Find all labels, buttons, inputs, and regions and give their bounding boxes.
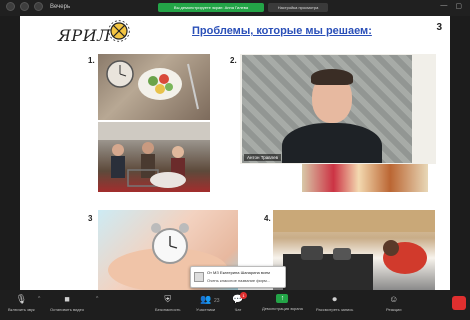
participant-name-label: Антон Травлев — [244, 154, 282, 161]
chat-notification-icon — [194, 272, 204, 282]
notification-sender: От МЗ Екатерина Шапарина всем — [207, 270, 270, 275]
item-number-3: 3 — [88, 214, 93, 223]
view-settings-button[interactable]: Настройка просмотра — [268, 3, 328, 12]
record-button[interactable]: ⏺ Рассмотреть запись — [316, 294, 353, 312]
shield-icon: ⛨ — [164, 294, 172, 304]
video-camera-icon: ■ — [64, 294, 70, 304]
participants-icon: 👥 — [199, 294, 212, 304]
security-button[interactable]: ⛨ Безопасность — [155, 294, 181, 312]
kitchen-tired-woman-photo — [273, 210, 435, 290]
speaker-hair — [311, 69, 353, 85]
fullscreen-icon[interactable]: ▢ — [455, 2, 462, 10]
stop-video-button[interactable]: ■ Остановить видео — [50, 294, 84, 312]
stop-video-label: Остановить видео — [50, 307, 85, 312]
share-screen-label: Демонстрация экрана — [262, 306, 303, 311]
healthy-food-photo — [302, 164, 428, 192]
sun-logo-icon — [108, 20, 130, 42]
top-right-controls: — ▢ — [440, 2, 462, 10]
chat-unread-badge: 1 — [240, 292, 247, 299]
item-number-4: 4. — [264, 214, 271, 223]
close-window-button[interactable] — [6, 2, 15, 11]
item-number-1: 1. — [88, 56, 95, 65]
participants-button[interactable]: 👥 Участники — [196, 294, 215, 312]
slide-page-number: 3 — [436, 22, 442, 33]
notification-message: Очень классное название фирм... — [207, 278, 271, 283]
audio-options-chevron-icon[interactable]: ^ — [38, 296, 40, 302]
slide-title: Проблемы, которые мы решаем: — [192, 25, 372, 37]
minimize-window-button[interactable] — [20, 2, 29, 11]
zoom-window: Вечерь Вы демонстрируете экран: Анна Гил… — [0, 0, 470, 320]
title-bar: Вечерь Вы демонстрируете экран: Анна Гил… — [0, 0, 470, 16]
share-screen-button[interactable]: ↑ Демонстрация экрана — [262, 294, 303, 311]
unmute-label: Включить звук — [8, 307, 35, 312]
reactions-label: Реакции — [386, 307, 402, 312]
chat-button[interactable]: 💬 1 Чат — [232, 292, 247, 312]
maximize-window-button[interactable] — [34, 2, 43, 11]
unmute-button[interactable]: 🎙 Включить звук — [8, 294, 35, 312]
chat-notification[interactable]: От МЗ Екатерина Шапарина всем Очень клас… — [190, 266, 286, 288]
meeting-toolbar: 🎙 Включить звук ^ ■ Остановить видео ^ ⛨… — [0, 290, 470, 320]
shared-slide: ЯРИЛ 3 Проблемы, которые мы решаем: 1. 2… — [20, 16, 450, 290]
minimize-icon[interactable]: — — [440, 2, 447, 10]
share-screen-icon: ↑ — [276, 294, 289, 303]
item-number-2: 2. — [230, 56, 237, 65]
muted-microphone-icon: 🎙 — [15, 294, 28, 304]
video-options-chevron-icon[interactable]: ^ — [96, 296, 98, 302]
smiley-icon: ☺ — [389, 294, 399, 304]
reactions-button[interactable]: ☺ Реакции — [386, 294, 401, 312]
chat-label: Чат — [234, 307, 242, 312]
window-controls: Вечерь — [6, 2, 70, 11]
speaker-body — [282, 123, 382, 163]
participants-label: Участники — [196, 307, 216, 312]
record-label: Рассмотреть запись — [316, 307, 354, 312]
speaker-video-tile[interactable]: Антон Травлев — [242, 55, 412, 163]
supermarket-crowd-photo — [98, 122, 210, 192]
record-icon: ⏺ — [332, 294, 337, 304]
food-and-clock-photo — [98, 54, 210, 120]
company-logo: ЯРИЛ — [58, 26, 111, 45]
security-label: Безопасность — [155, 307, 181, 312]
window-title: Вечерь — [50, 3, 71, 10]
participants-count: 23 — [214, 298, 220, 304]
end-meeting-button[interactable] — [452, 296, 466, 310]
sharing-banner[interactable]: Вы демонстрируете экран: Анна Гилева — [158, 3, 264, 12]
